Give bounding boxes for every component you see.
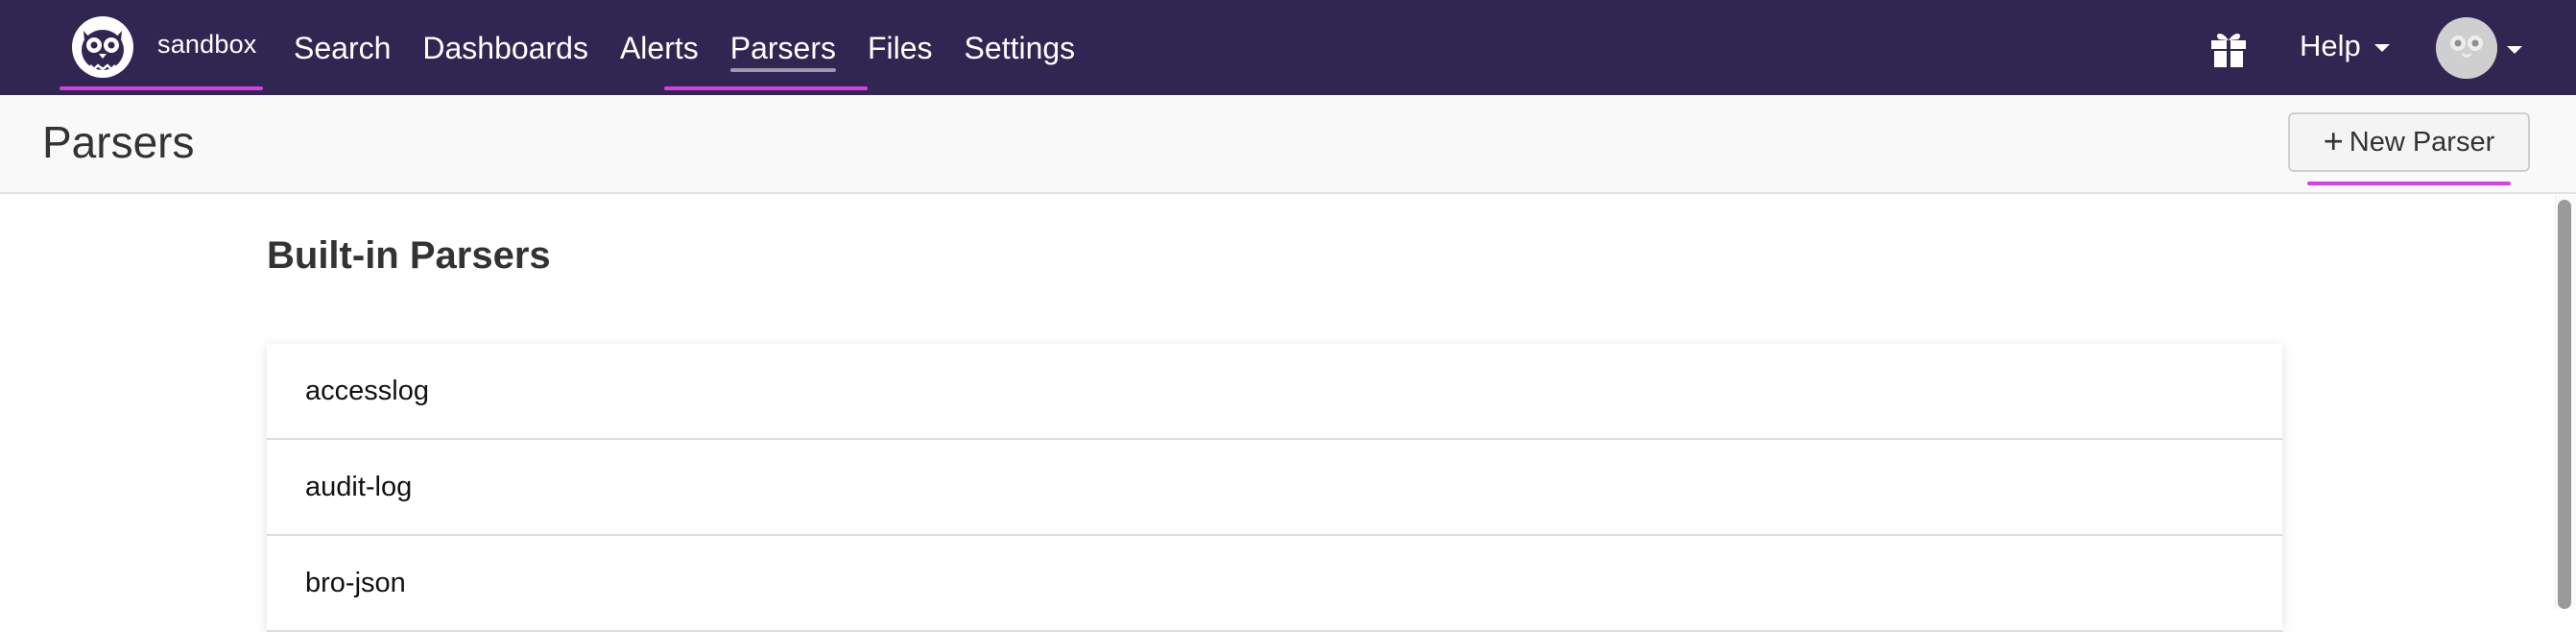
- active-nav-highlight: [664, 86, 868, 90]
- main-nav: Search Dashboards Alerts Parsers Files S…: [294, 27, 1107, 72]
- list-item[interactable]: audit-log: [267, 440, 2282, 536]
- new-parser-label: New Parser: [2349, 126, 2495, 158]
- repository-name: sandbox: [157, 30, 257, 59]
- nav-link-alerts[interactable]: Alerts: [620, 27, 699, 69]
- top-navigation-bar: sandbox Search Dashboards Alerts Parsers…: [0, 0, 2576, 95]
- nav-link-dashboards[interactable]: Dashboards: [422, 27, 588, 69]
- owl-logo-icon: [72, 16, 133, 78]
- new-parser-highlight: [2307, 182, 2511, 185]
- gift-icon[interactable]: [2207, 27, 2250, 69]
- nav-link-parsers[interactable]: Parsers: [729, 27, 837, 72]
- repository-switcher[interactable]: sandbox: [61, 0, 261, 91]
- new-parser-button[interactable]: + New Parser: [2288, 112, 2530, 172]
- page-title: Parsers: [42, 117, 195, 167]
- parser-list: accesslog audit-log bro-json: [267, 344, 2282, 632]
- list-item[interactable]: bro-json: [267, 536, 2282, 632]
- list-item[interactable]: accesslog: [267, 344, 2282, 440]
- help-label: Help: [2300, 29, 2361, 62]
- scrollbar-thumb[interactable]: [2558, 200, 2571, 609]
- avatar-icon: [2436, 17, 2497, 79]
- plus-icon: +: [2323, 120, 2344, 160]
- nav-link-search[interactable]: Search: [294, 27, 391, 69]
- help-menu[interactable]: Help: [2300, 29, 2390, 63]
- repository-switcher-underline: [60, 86, 263, 90]
- page-header: Parsers + New Parser: [0, 95, 2576, 194]
- chevron-down-icon: [2507, 46, 2522, 54]
- section-title: Built-in Parsers: [267, 234, 551, 277]
- user-menu[interactable]: [2436, 17, 2522, 79]
- chevron-down-icon: [2373, 44, 2390, 52]
- nav-link-settings[interactable]: Settings: [965, 27, 1076, 69]
- nav-link-files[interactable]: Files: [868, 27, 933, 69]
